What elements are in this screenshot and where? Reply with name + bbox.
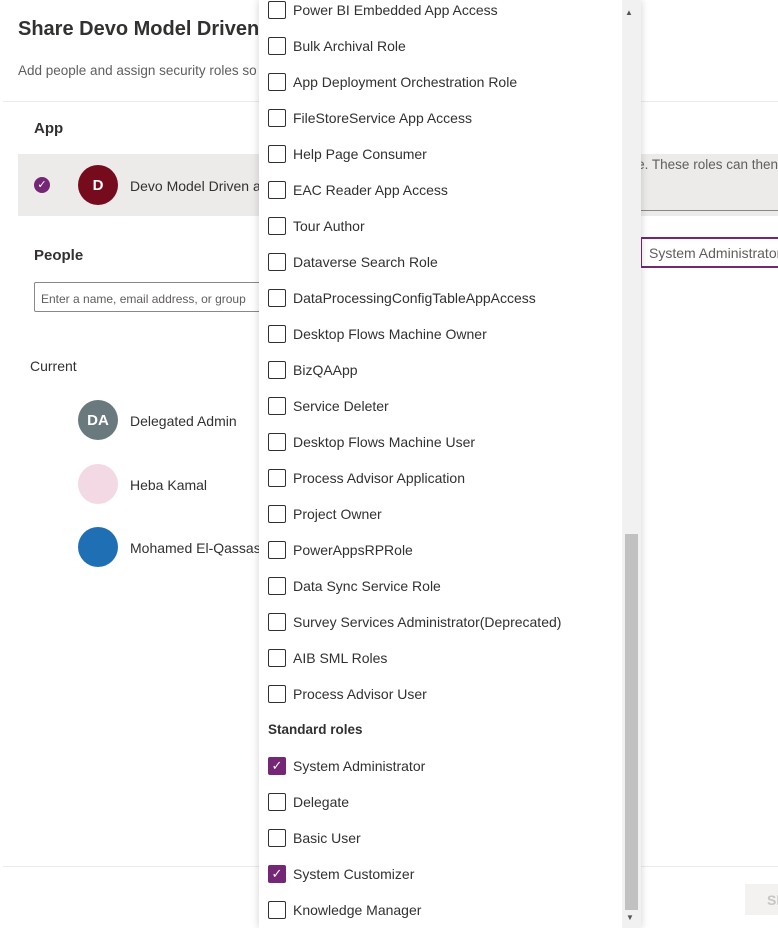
role-option[interactable]: PowerAppsRPRole xyxy=(268,538,413,562)
role-option[interactable]: Desktop Flows Machine Owner xyxy=(268,322,487,346)
role-label: Dataverse Search Role xyxy=(293,254,438,270)
person-name[interactable]: Mohamed El-Qassas xyxy=(130,540,261,556)
role-label: FileStoreService App Access xyxy=(293,110,472,126)
app-name: Devo Model Driven app xyxy=(130,178,277,194)
role-label: Knowledge Manager xyxy=(293,902,422,918)
role-option[interactable]: BizQAApp xyxy=(268,358,358,382)
security-roles-dropdown: Power BI Embedded App Access Bulk Archiva… xyxy=(259,0,641,928)
person-avatar xyxy=(78,527,118,567)
subtitle-overflow: e. These roles can then xyxy=(640,157,778,172)
check-circle-icon: ✓ xyxy=(34,177,50,193)
checkbox[interactable] xyxy=(268,829,286,847)
checkbox[interactable] xyxy=(268,1,286,19)
app-avatar: D xyxy=(78,165,118,205)
role-option[interactable]: EAC Reader App Access xyxy=(268,178,448,202)
role-label: EAC Reader App Access xyxy=(293,182,448,198)
role-option[interactable]: Dataverse Search Role xyxy=(268,250,438,274)
role-option[interactable]: DataProcessingConfigTableAppAccess xyxy=(268,286,536,310)
role-option[interactable]: Tour Author xyxy=(268,214,365,238)
role-label: Help Page Consumer xyxy=(293,146,427,162)
checkbox[interactable] xyxy=(268,505,286,523)
role-option[interactable]: App Deployment Orchestration Role xyxy=(268,70,517,94)
standard-roles-header: Standard roles xyxy=(268,722,363,737)
checkbox[interactable]: ✓ xyxy=(268,865,286,883)
role-option[interactable]: Process Advisor Application xyxy=(268,466,465,490)
role-option[interactable]: FileStoreService App Access xyxy=(268,106,472,130)
role-label: Desktop Flows Machine Owner xyxy=(293,326,487,342)
checkbox[interactable] xyxy=(268,649,286,667)
role-label: Data Sync Service Role xyxy=(293,578,441,594)
checkbox[interactable] xyxy=(268,217,286,235)
checkbox[interactable] xyxy=(268,613,286,631)
role-option[interactable]: Service Deleter xyxy=(268,394,389,418)
scrollbar-thumb[interactable] xyxy=(625,534,638,910)
checkbox[interactable] xyxy=(268,361,286,379)
role-option[interactable]: Basic User xyxy=(268,826,361,850)
scroll-up-icon[interactable]: ▲ xyxy=(625,8,633,17)
role-option[interactable]: Knowledge Manager xyxy=(268,898,421,922)
role-label: System Customizer xyxy=(293,866,415,882)
person-avatar: DA xyxy=(78,400,118,440)
role-label: Process Advisor User xyxy=(293,686,427,702)
checkbox[interactable] xyxy=(268,469,286,487)
role-option[interactable]: Bulk Archival Role xyxy=(268,34,406,58)
role-label: Survey Services Administrator(Deprecated… xyxy=(293,614,562,630)
security-role-input[interactable]: System Administrator xyxy=(640,237,778,268)
checkbox[interactable] xyxy=(268,325,286,343)
role-label: Power BI Embedded App Access xyxy=(293,2,498,18)
role-option[interactable]: Desktop Flows Machine User xyxy=(268,430,475,454)
people-label: People xyxy=(34,247,84,264)
checkbox[interactable] xyxy=(268,253,286,271)
role-label: AIB SML Roles xyxy=(293,650,388,666)
role-option[interactable]: Delegate xyxy=(268,790,349,814)
role-label: Service Deleter xyxy=(293,398,389,414)
role-option[interactable]: Help Page Consumer xyxy=(268,142,427,166)
role-option[interactable]: AIB SML Roles xyxy=(268,646,387,670)
checkbox[interactable] xyxy=(268,109,286,127)
role-label: Desktop Flows Machine User xyxy=(293,434,476,450)
current-label: Current xyxy=(30,358,77,374)
checkbox[interactable] xyxy=(268,541,286,559)
role-label: Bulk Archival Role xyxy=(293,38,406,54)
checkbox[interactable] xyxy=(268,181,286,199)
checkbox[interactable] xyxy=(268,289,286,307)
person-name[interactable]: Delegated Admin xyxy=(130,413,237,429)
checkbox[interactable]: ✓ xyxy=(268,757,286,775)
role-option[interactable]: Data Sync Service Role xyxy=(268,574,441,598)
checkbox[interactable] xyxy=(268,901,286,919)
checkbox[interactable] xyxy=(268,73,286,91)
role-option[interactable]: Power BI Embedded App Access xyxy=(268,0,498,22)
person-name[interactable]: Heba Kamal xyxy=(130,477,207,493)
checkbox[interactable] xyxy=(268,685,286,703)
role-option[interactable]: ✓ System Customizer xyxy=(268,862,414,886)
checkbox[interactable] xyxy=(268,37,286,55)
scroll-down-icon[interactable]: ▼ xyxy=(626,913,634,922)
role-label: App Deployment Orchestration Role xyxy=(293,74,518,90)
checkbox[interactable] xyxy=(268,433,286,451)
checkbox[interactable] xyxy=(268,145,286,163)
role-label: Process Advisor Application xyxy=(293,470,465,486)
role-option[interactable]: Project Owner xyxy=(268,502,382,526)
role-label: Project Owner xyxy=(293,506,382,522)
checkbox[interactable] xyxy=(268,793,286,811)
role-label: Tour Author xyxy=(293,218,365,234)
app-label: App xyxy=(34,120,64,137)
role-option[interactable]: Process Advisor User xyxy=(268,682,427,706)
share-button[interactable]: Share xyxy=(745,884,778,915)
role-option[interactable]: ✓ System Administrator xyxy=(268,754,425,778)
checkbox[interactable] xyxy=(268,397,286,415)
people-search-input[interactable]: Enter a name, email address, or group xyxy=(34,282,274,312)
role-label: DataProcessingConfigTableAppAccess xyxy=(293,290,536,306)
dialog-title: Share Devo Model Driven app xyxy=(18,18,301,40)
role-label: System Administrator xyxy=(293,758,426,774)
checkbox[interactable] xyxy=(268,577,286,595)
person-avatar xyxy=(78,464,118,504)
role-label: PowerAppsRPRole xyxy=(293,542,413,558)
role-label: Delegate xyxy=(293,794,350,810)
role-label: BizQAApp xyxy=(293,362,358,378)
role-option[interactable]: Survey Services Administrator(Deprecated… xyxy=(268,610,561,634)
role-label: Basic User xyxy=(293,830,361,846)
divider xyxy=(640,210,778,211)
